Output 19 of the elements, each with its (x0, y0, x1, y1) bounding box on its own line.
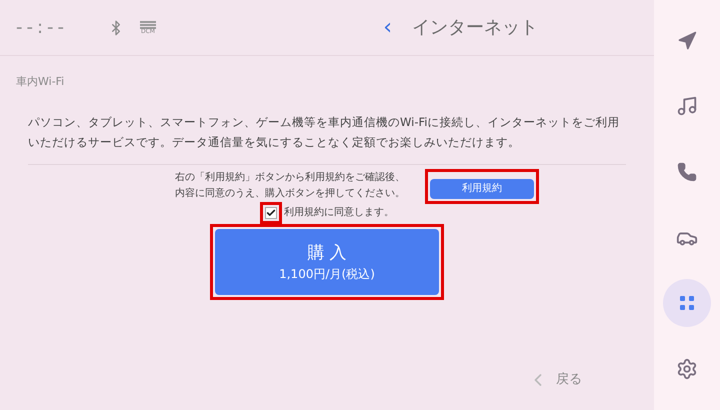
settings-icon (676, 358, 698, 380)
agree-label: 利用規約に同意します。 (284, 206, 394, 220)
section-label: 車内Wi-Fi (16, 75, 64, 88)
check-icon (266, 208, 276, 218)
back-button[interactable]: 戻る (528, 370, 582, 390)
page-title: インターネット (412, 16, 538, 40)
phone-icon (677, 162, 697, 182)
apps-icon (679, 295, 695, 312)
terms-button[interactable]: 利用規約 (430, 178, 534, 198)
agree-checkbox[interactable] (265, 206, 277, 218)
back-arrow-button[interactable]: ‹ (383, 11, 392, 44)
sidebar-item[interactable] (663, 279, 711, 328)
instruction-text: 右の「利用規約」ボタンから利用規約をご確認後、 (175, 170, 405, 186)
purchase-button[interactable]: 購 入 1,100円/月(税込) (215, 228, 439, 294)
service-description: パソコン、タブレット、スマートフォン、ゲーム機等を車内通信機のWi-Fiに接続し、インターネットをご利用いただけるサービスです。データ通信量を気にすることなく定額でお楽しみいただけます。 (28, 112, 626, 165)
music-note-icon (676, 95, 698, 118)
navigation-arrow-icon (677, 30, 697, 51)
instruction-text: 内容に同意のうえ、購入ボタンを押してください。 (175, 186, 405, 202)
clock: --:-- (16, 16, 70, 40)
